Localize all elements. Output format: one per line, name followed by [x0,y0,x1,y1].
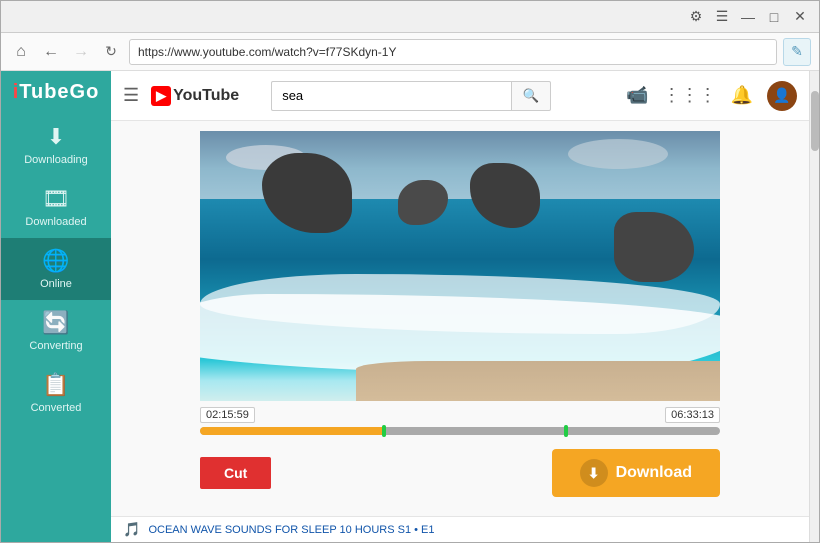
minimize-button[interactable]: — [737,6,759,28]
search-icon: 🔍 [523,88,540,104]
sidebar-item-online[interactable]: 🌐 Online [1,238,111,300]
convert-icon: 🔄 [42,310,69,336]
browser-area: ☰ ▶ YouTube 🔍 📹 ⋮⋮⋮ 🔔 👤 [111,71,809,542]
time-markers: 02:15:59 06:33:13 [200,407,720,423]
title-bar: ⚙ ☰ — □ ✕ [1,1,819,33]
sidebar-item-downloaded[interactable]: 🎞 Downloaded [1,176,111,238]
sidebar-item-downloading[interactable]: ⬇ Downloading [1,114,111,176]
sidebar-downloaded-label: Downloaded [25,216,86,228]
progress-fill [200,427,382,435]
menu-icon: ☰ [716,8,729,25]
scrollbar[interactable] [809,71,819,542]
sand [356,361,720,401]
controls-bar: 02:15:59 06:33:13 [200,401,720,441]
url-input[interactable] [129,39,777,65]
refresh-button[interactable]: ↻ [99,40,123,64]
action-row: Cut ⬇ Download [200,441,720,505]
scroll-thumb[interactable] [811,91,819,151]
gear-icon: ⚙ [690,8,703,25]
youtube-logo-text: YouTube [173,87,239,105]
video-camera-icon[interactable]: 📹 [626,85,648,106]
youtube-topbar-right: 📹 ⋮⋮⋮ 🔔 👤 [626,81,797,111]
maximize-button[interactable]: □ [763,6,785,28]
bottom-bar: 🎵 OCEAN WAVE SOUNDS FOR SLEEP 10 HOURS S… [111,516,809,542]
download-circle-icon: ⬇ [580,459,608,487]
refresh-icon: ↻ [105,43,117,60]
youtube-logo: ▶ YouTube [151,86,239,106]
youtube-topbar: ☰ ▶ YouTube 🔍 📹 ⋮⋮⋮ 🔔 👤 [111,71,809,121]
cut-button[interactable]: Cut [200,457,271,489]
video-container: 02:15:59 06:33:13 Cut ⬇ Download [111,121,809,516]
avatar[interactable]: 👤 [767,81,797,111]
info-icon: 🎵 [123,521,140,538]
time-start: 02:15:59 [200,407,255,423]
maximize-icon: □ [770,9,778,25]
close-icon: ✕ [794,8,806,25]
globe-icon: 🌐 [42,248,69,274]
download-button[interactable]: ⬇ Download [552,449,720,497]
youtube-search-button[interactable]: 🔍 [511,81,551,111]
youtube-search-input[interactable] [271,81,511,111]
menu-button[interactable]: ☰ [711,6,733,28]
sidebar-converted-label: Converted [31,402,82,414]
time-end: 06:33:13 [665,407,720,423]
address-bar: ⌂ ← → ↻ ✎ [1,33,819,71]
youtube-search-wrap: 🔍 [271,81,551,111]
bell-icon[interactable]: 🔔 [731,85,753,106]
eraser-icon: ✎ [791,43,803,60]
video-frame [200,131,720,401]
app-logo: iTubeGo [1,71,111,114]
sidebar-converting-label: Converting [29,340,82,352]
progress-track[interactable] [200,427,720,435]
video-title-link[interactable]: OCEAN WAVE SOUNDS FOR SLEEP 10 HOURS S1 … [148,524,434,536]
home-button[interactable]: ⌂ [9,40,33,64]
youtube-logo-icon: ▶ [151,86,171,106]
logo-text: iTubeGo [13,81,100,104]
back-icon: ← [43,43,59,61]
sidebar-online-label: Online [40,278,72,290]
hamburger-icon[interactable]: ☰ [123,85,139,106]
forward-icon: → [73,43,89,61]
forward-button[interactable]: → [69,40,93,64]
app-window: ⚙ ☰ — □ ✕ ⌂ ← → ↻ [0,0,820,543]
download-label: Download [616,464,692,482]
cloud-2 [568,139,668,169]
sidebar-downloading-label: Downloading [24,154,88,166]
apps-grid-icon[interactable]: ⋮⋮⋮ [663,85,717,106]
eraser-button[interactable]: ✎ [783,38,811,66]
clipboard-icon: 📋 [42,372,69,398]
download-arrow-icon: ⬇ [47,124,65,150]
sidebar: iTubeGo ⬇ Downloading 🎞 Downloaded 🌐 Onl… [1,71,111,542]
close-button[interactable]: ✕ [789,6,811,28]
progress-marker-start [382,425,386,437]
gear-button[interactable]: ⚙ [685,6,707,28]
film-icon: 🎞 [42,186,70,212]
home-icon: ⌂ [16,43,26,61]
sidebar-item-converting[interactable]: 🔄 Converting [1,300,111,362]
title-bar-controls: ⚙ ☰ — □ ✕ [685,6,811,28]
progress-marker-end [564,425,568,437]
ocean-scene [200,131,720,401]
main-layout: iTubeGo ⬇ Downloading 🎞 Downloaded 🌐 Onl… [1,71,819,542]
back-button[interactable]: ← [39,40,63,64]
sidebar-item-converted[interactable]: 📋 Converted [1,362,111,424]
minimize-icon: — [741,9,755,25]
